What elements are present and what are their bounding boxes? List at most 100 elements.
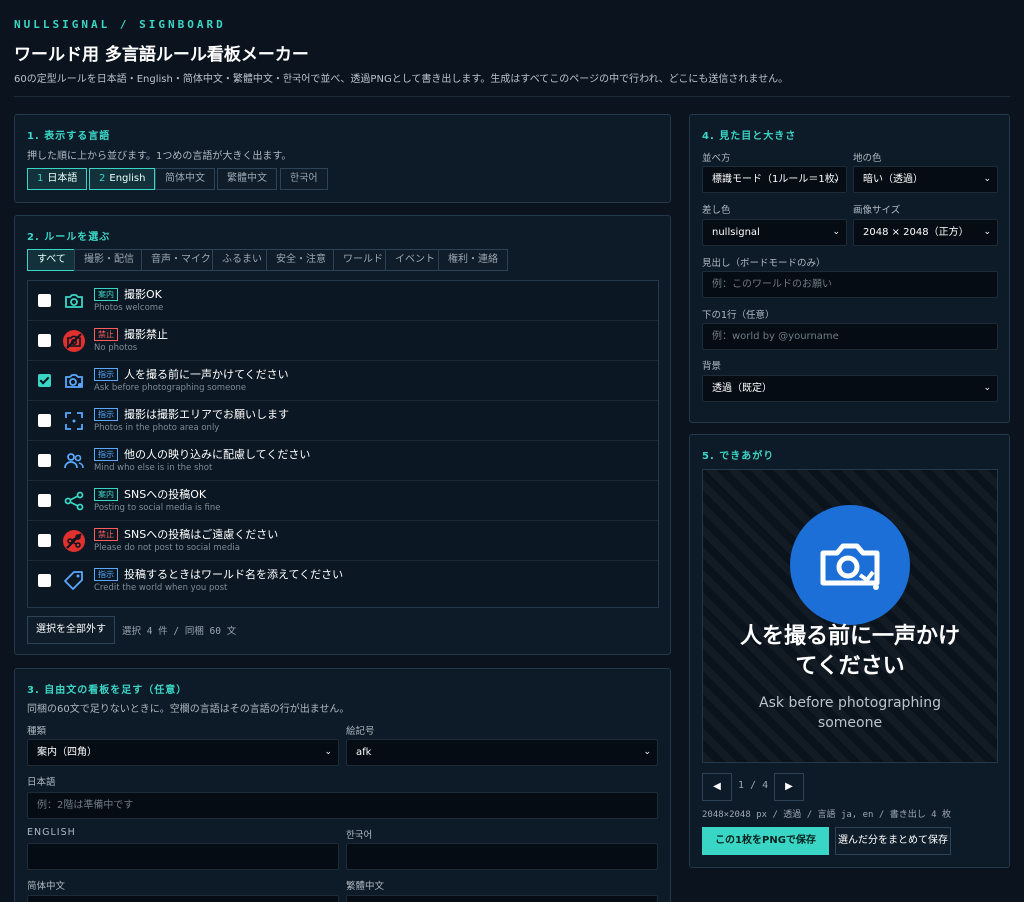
rule-item[interactable]: 指示 他の人の映り込みに配慮してください Mind who else is in… bbox=[28, 441, 658, 481]
lang-label: 日本語 bbox=[47, 173, 78, 184]
rule-checkbox[interactable] bbox=[38, 534, 51, 547]
rule-tag: 指示 bbox=[94, 408, 118, 421]
rule-text-ja: SNSへの投稿はご遠慮ください bbox=[124, 528, 279, 541]
languages-title: 1. 表示する言語 bbox=[27, 131, 111, 142]
lang-label: English bbox=[109, 173, 146, 184]
footer-label: 下の1行（任意） bbox=[702, 310, 775, 321]
layout-label: 並べ方 bbox=[702, 153, 731, 164]
prev-button[interactable]: ◀ bbox=[702, 773, 732, 801]
type-select[interactable]: 案内（四角） ⌄ bbox=[27, 739, 339, 766]
rule-text-en: Mind who else is in the shot bbox=[94, 463, 213, 473]
divider bbox=[14, 96, 1010, 97]
ko-input[interactable] bbox=[346, 843, 658, 870]
background-value: 透過（既定） bbox=[712, 383, 772, 394]
rule-text-en: Photos in the photo area only bbox=[94, 423, 220, 433]
symbol-select[interactable]: afk ⌄ bbox=[346, 739, 658, 766]
rules-panel: 2. ルールを選ぶ すべて 撮影・配信 音声・マイク ふるまい 安全・注意 ワー… bbox=[14, 215, 671, 655]
en-label: ENGLISH bbox=[27, 827, 76, 838]
rule-text-en: Credit the world when you post bbox=[94, 583, 228, 593]
chevron-down-icon: ⌄ bbox=[983, 383, 991, 393]
category-all[interactable]: すべて bbox=[27, 249, 76, 271]
lang-ko-button[interactable]: 한국어 bbox=[280, 168, 328, 190]
camera-ask-icon bbox=[820, 543, 880, 590]
page-subtitle: 60の定型ルールを日本語・English・简体中文・繁體中文・한국어で並べ、透過… bbox=[14, 74, 789, 85]
footer-input[interactable]: 例：world by @yourname bbox=[702, 323, 998, 350]
appearance-title: 4. 見た目と大きさ bbox=[702, 131, 797, 142]
no-share-icon bbox=[63, 530, 85, 552]
category-safety[interactable]: 安全・注意 bbox=[266, 249, 336, 271]
rule-text-en: No photos bbox=[94, 343, 138, 353]
rule-tag: 指示 bbox=[94, 448, 118, 461]
page-title: ワールド用 多言語ルール看板メーカー bbox=[14, 45, 309, 65]
rule-item[interactable]: 案内 撮影OK Photos welcome bbox=[28, 281, 658, 321]
rule-checkbox[interactable] bbox=[38, 294, 51, 307]
category-event[interactable]: イベント bbox=[385, 249, 445, 271]
zht-input[interactable] bbox=[346, 895, 658, 902]
heading-input[interactable]: 例：このワールドのお願い bbox=[702, 271, 998, 298]
rule-checkbox[interactable] bbox=[38, 334, 51, 347]
rule-tag: 案内 bbox=[94, 288, 118, 301]
rule-tag: 禁止 bbox=[94, 328, 118, 341]
camera-ask-icon bbox=[65, 374, 83, 388]
zhs-input[interactable] bbox=[27, 895, 339, 902]
size-select[interactable]: 2048 × 2048（正方） ⌄ bbox=[853, 219, 998, 246]
no-camera-icon bbox=[63, 330, 85, 352]
ja-label: 日本語 bbox=[27, 777, 56, 788]
ko-label: 한국어 bbox=[346, 830, 373, 841]
lang-order: 1 bbox=[37, 173, 44, 184]
chevron-down-icon: ⌄ bbox=[983, 227, 991, 237]
en-input[interactable] bbox=[27, 843, 339, 870]
rule-checkbox[interactable] bbox=[38, 374, 51, 387]
rule-tag: 案内 bbox=[94, 488, 118, 501]
lang-zht-button[interactable]: 繁體中文 bbox=[217, 168, 277, 190]
rule-item[interactable]: 指示 撮影は撮影エリアでお願いします Photos in the photo a… bbox=[28, 401, 658, 441]
rule-checkbox[interactable] bbox=[38, 454, 51, 467]
rules-title: 2. ルールを選ぶ bbox=[27, 232, 111, 243]
category-photo[interactable]: 撮影・配信 bbox=[74, 249, 144, 271]
page-indicator: 1 / 4 bbox=[738, 780, 769, 791]
lang-zhs-button[interactable]: 简体中文 bbox=[155, 168, 215, 190]
save-all-button[interactable]: 選んだ分をまとめて保存 bbox=[835, 827, 951, 855]
background-label: 背景 bbox=[702, 361, 722, 372]
heading-label: 見出し（ボードモードのみ） bbox=[702, 258, 826, 269]
rule-item[interactable]: 案内 SNSへの投稿OK Posting to social media is … bbox=[28, 481, 658, 521]
chevron-down-icon: ⌄ bbox=[832, 174, 840, 184]
bg-color-value: 暗い（透過） bbox=[863, 174, 923, 185]
bg-color-select[interactable]: 暗い（透過） ⌄ bbox=[853, 166, 998, 193]
rule-text-ja: 人を撮る前に一声かけてください bbox=[124, 368, 289, 381]
rule-item[interactable]: 禁止 撮影禁止 No photos bbox=[28, 321, 658, 361]
rule-text-ja: 撮影禁止 bbox=[124, 328, 168, 341]
save-one-button[interactable]: この1枚をPNGで保存 bbox=[702, 827, 829, 855]
category-manners[interactable]: ふるまい bbox=[212, 249, 272, 271]
rule-tag: 禁止 bbox=[94, 528, 118, 541]
lang-ja-button[interactable]: 1 日本語 bbox=[27, 168, 88, 190]
result-title: 5. できあがり bbox=[702, 451, 775, 462]
frame-icon bbox=[65, 412, 83, 430]
ja-input[interactable]: 例：2階は準備中です bbox=[27, 792, 658, 819]
accent-select[interactable]: nullsignal ⌄ bbox=[702, 219, 847, 246]
bg-color-label: 地の色 bbox=[853, 153, 882, 164]
rule-checkbox[interactable] bbox=[38, 494, 51, 507]
custom-sign-panel: 3. 自由文の看板を足す（任意） 同梱の60文で足りないときに。空欄の言語はその… bbox=[14, 668, 671, 902]
preview-text-en: Ask before photographing someone bbox=[759, 695, 941, 731]
chevron-down-icon: ⌄ bbox=[983, 174, 991, 184]
symbol-value: afk bbox=[356, 747, 372, 758]
rule-text-en: Posting to social media is fine bbox=[94, 503, 221, 513]
next-button[interactable]: ▶ bbox=[774, 773, 804, 801]
chevron-down-icon: ⌄ bbox=[643, 747, 651, 757]
rule-checkbox[interactable] bbox=[38, 574, 51, 587]
background-select[interactable]: 透過（既定） ⌄ bbox=[702, 375, 998, 402]
layout-select[interactable]: 標識モード（1ルール＝1枚） ⌄ bbox=[702, 166, 847, 193]
rule-text-ja: SNSへの投稿OK bbox=[124, 488, 207, 501]
rule-item[interactable]: 指示 人を撮る前に一声かけてください Ask before photograph… bbox=[28, 361, 658, 401]
category-rights[interactable]: 権利・連絡 bbox=[438, 249, 508, 271]
rule-checkbox[interactable] bbox=[38, 414, 51, 427]
category-world[interactable]: ワールド bbox=[333, 249, 393, 271]
rule-item[interactable]: 禁止 SNSへの投稿はご遠慮ください Please do not post to… bbox=[28, 521, 658, 561]
clear-selection-button[interactable]: 選択を全部外す bbox=[27, 616, 115, 644]
people-icon bbox=[64, 453, 84, 469]
rule-text-ja: 他の人の映り込みに配慮してください bbox=[124, 448, 311, 461]
lang-en-button[interactable]: 2 English bbox=[89, 168, 156, 190]
rule-item[interactable]: 指示 投稿するときはワールド名を添えてください Credit the world… bbox=[28, 561, 658, 601]
category-voice[interactable]: 音声・マイク bbox=[141, 249, 221, 271]
